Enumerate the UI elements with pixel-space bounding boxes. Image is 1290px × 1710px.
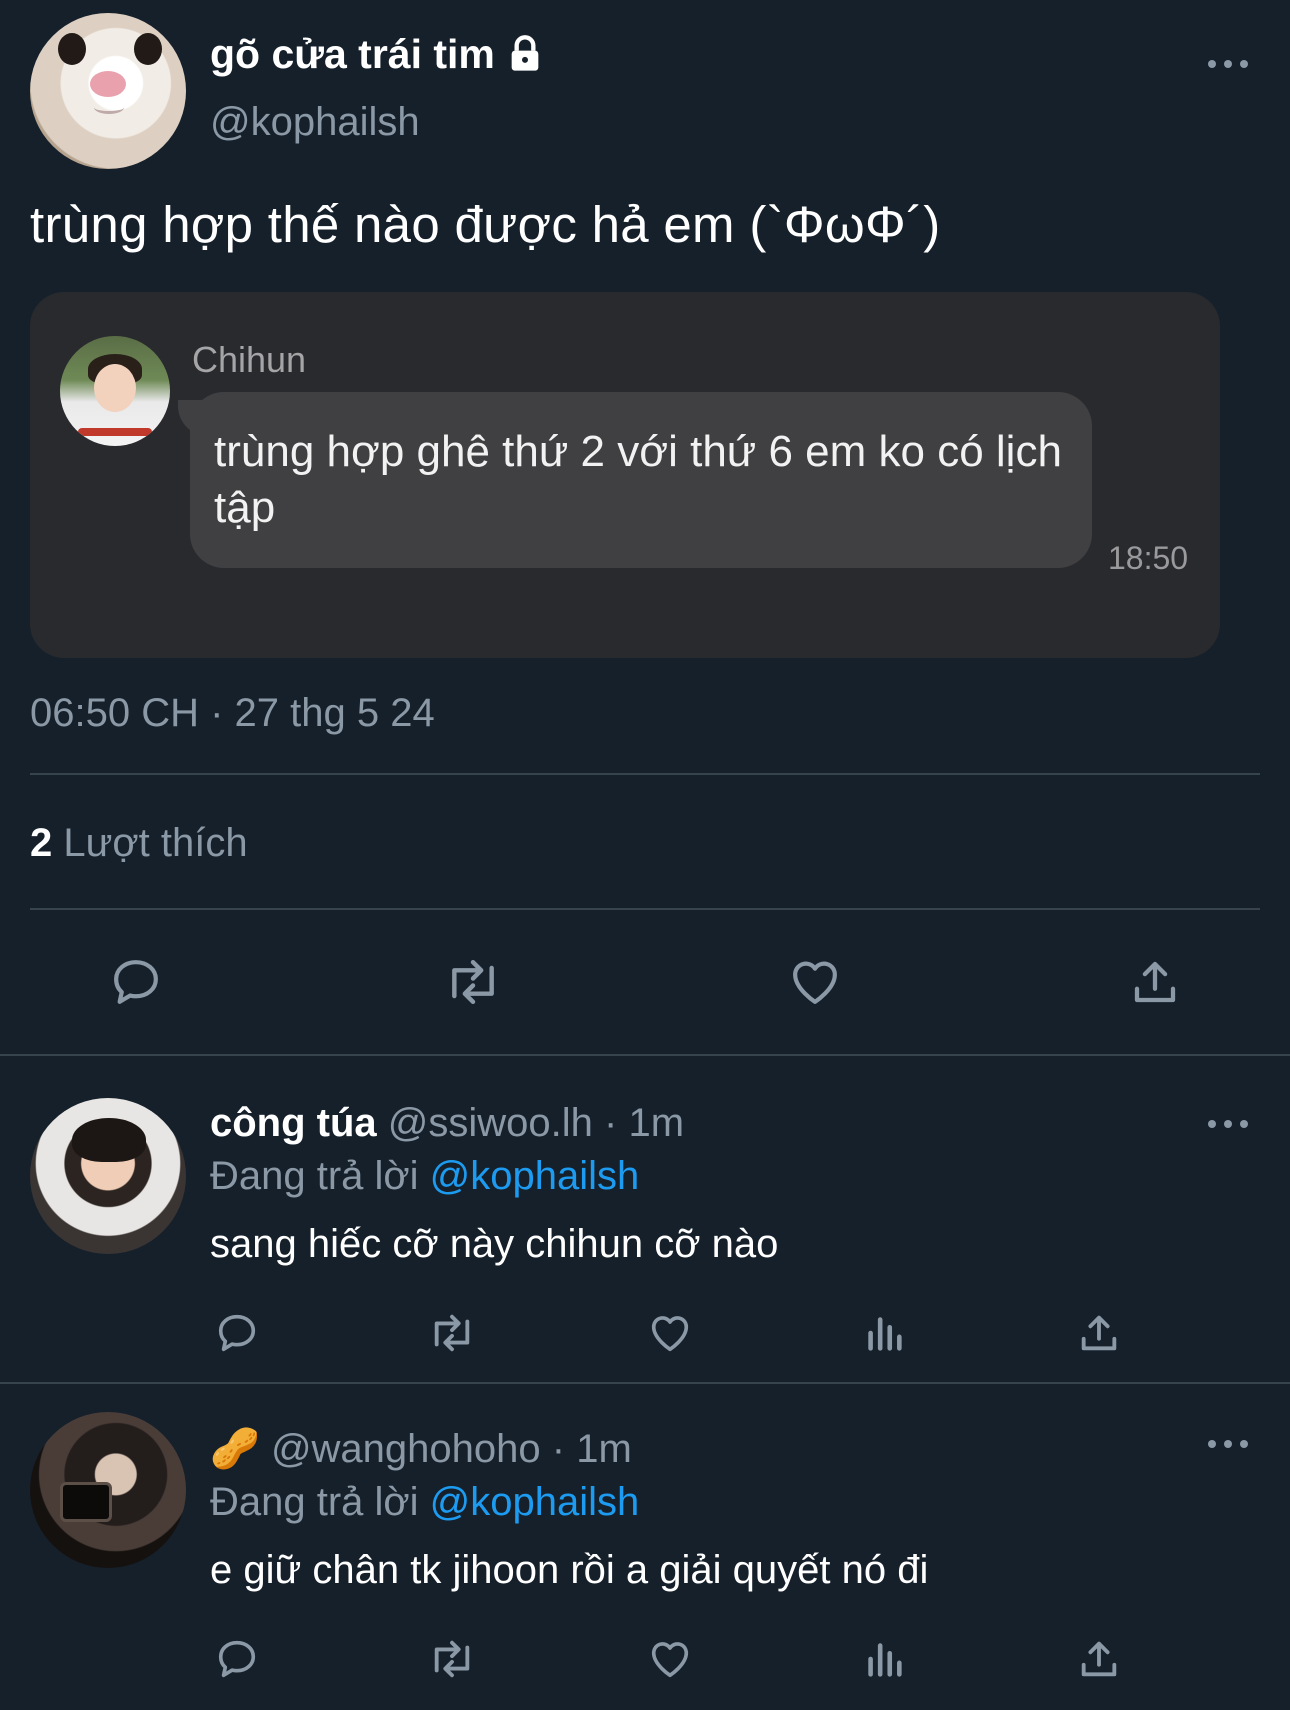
chat-sender-avatar bbox=[60, 336, 170, 446]
more-options-icon[interactable] bbox=[1208, 1116, 1248, 1132]
reply-author-line[interactable]: công túa @ssiwoo.lh · 1m bbox=[210, 1098, 684, 1148]
reply-avatar[interactable] bbox=[30, 1412, 186, 1568]
author-avatar[interactable] bbox=[30, 13, 186, 169]
divider bbox=[30, 908, 1260, 910]
retweet-icon[interactable] bbox=[424, 1310, 480, 1356]
more-options-icon[interactable] bbox=[1208, 56, 1248, 72]
retweet-icon[interactable] bbox=[424, 1636, 480, 1682]
tweet-timestamp[interactable]: 06:50 CH · 27 thg 5 24 bbox=[30, 688, 435, 738]
reply-icon[interactable] bbox=[214, 1636, 260, 1682]
likes-summary[interactable]: 2 Lượt thích bbox=[30, 818, 248, 868]
divider bbox=[30, 773, 1260, 775]
replying-to-line: Đang trả lời @kophailsh bbox=[210, 1150, 639, 1202]
replying-prefix: Đang trả lời bbox=[210, 1154, 419, 1198]
more-options-icon[interactable] bbox=[1208, 1436, 1248, 1452]
reply-author-line[interactable]: 🥜 @wanghohoho · 1m bbox=[210, 1424, 632, 1474]
reply-icon[interactable] bbox=[214, 1310, 260, 1356]
replying-prefix: Đang trả lời bbox=[210, 1480, 419, 1524]
views-icon[interactable] bbox=[864, 1310, 904, 1356]
divider bbox=[0, 1382, 1290, 1384]
likes-label: Lượt thích bbox=[63, 821, 248, 865]
author-display-name[interactable]: gõ cửa trái tim bbox=[210, 26, 545, 88]
reply-icon[interactable] bbox=[108, 954, 164, 1010]
like-icon[interactable] bbox=[646, 1636, 694, 1682]
lock-icon bbox=[505, 32, 545, 88]
like-icon[interactable] bbox=[786, 954, 844, 1010]
author-handle[interactable]: @kophailsh bbox=[210, 96, 420, 148]
reply-avatar[interactable] bbox=[30, 1098, 186, 1254]
views-icon[interactable] bbox=[864, 1636, 904, 1682]
tweet-text: trùng hợp thế nào được hả em (`ΦωΦ´) bbox=[30, 196, 941, 253]
chat-message-text: trùng hợp ghê thứ 2 với thứ 6 em ko có l… bbox=[214, 427, 1062, 532]
like-icon[interactable] bbox=[646, 1310, 694, 1356]
reply-handle-time: @wanghohoho · 1m bbox=[270, 1427, 632, 1471]
share-icon[interactable] bbox=[1076, 1636, 1122, 1682]
likes-count: 2 bbox=[30, 821, 53, 865]
divider bbox=[0, 1054, 1290, 1056]
reply-handle-time: @ssiwoo.lh · 1m bbox=[387, 1101, 685, 1145]
retweet-icon[interactable] bbox=[440, 954, 506, 1010]
reply-display-name: công túa bbox=[210, 1101, 377, 1145]
reply-text: sang hiếc cỡ này chihun cỡ nào bbox=[210, 1222, 779, 1266]
share-icon[interactable] bbox=[1076, 1310, 1122, 1356]
author-name-text: gõ cửa trái tim bbox=[210, 31, 495, 77]
replying-to-link[interactable]: @kophailsh bbox=[430, 1154, 640, 1198]
chat-message-time: 18:50 bbox=[1108, 540, 1189, 576]
chat-sender-name: Chihun bbox=[192, 339, 307, 380]
reply-text: e giữ chân tk jihoon rồi a giải quyết nó… bbox=[210, 1548, 929, 1592]
reply-display-name: 🥜 bbox=[210, 1427, 260, 1471]
replying-to-link[interactable]: @kophailsh bbox=[430, 1480, 640, 1524]
replying-to-line: Đang trả lời @kophailsh bbox=[210, 1476, 639, 1528]
share-icon[interactable] bbox=[1128, 954, 1182, 1010]
